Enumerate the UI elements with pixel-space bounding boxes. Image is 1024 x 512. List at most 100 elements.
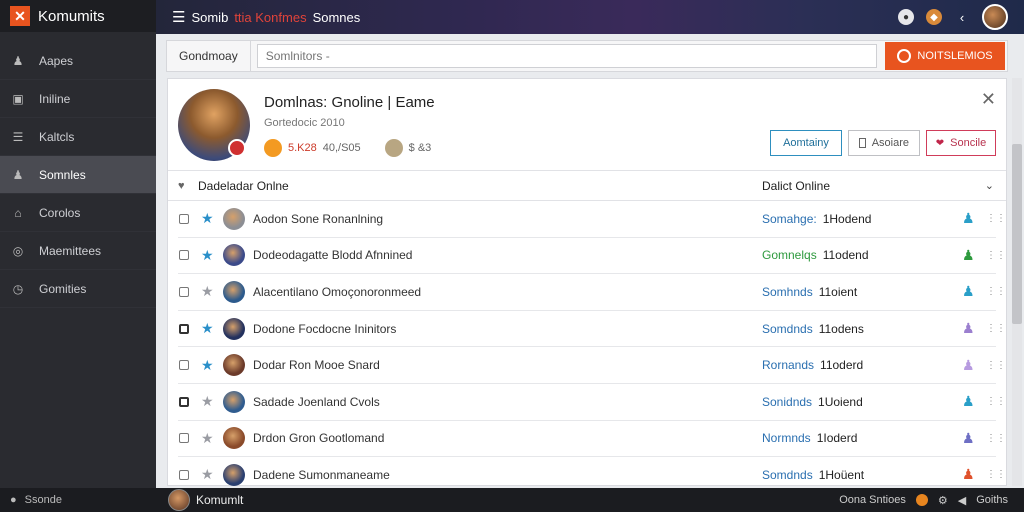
sidebar-nav: ♟ Aapes ▣ Iniline ☰ Kaltcls ♟ Somnles ⌂ Corolos ◎ M…	[0, 42, 156, 308]
person-icon: ♟	[962, 210, 975, 227]
target-icon: ◎	[12, 243, 24, 258]
profile-header: Domlnas: Gnoline | Eame Gortedocic 2010 …	[168, 79, 1006, 171]
sidebar-item-6[interactable]: ◷ Gomities	[0, 270, 156, 308]
list-item[interactable]: ★ Sadade Joenland Cvols Sonidnds 1Uoiend ♟ ⋮⋮	[178, 384, 1006, 421]
row-name[interactable]: Dadene Sumonmaneame	[253, 468, 390, 482]
volume-icon[interactable]: ◀	[958, 494, 966, 507]
person-icon: ♟	[962, 283, 975, 300]
search-button[interactable]: NOITSLEMIOS	[885, 42, 1005, 70]
list-item[interactable]: ★ Alacentilano Omoçonoronmeed Somhnds 11oie…	[178, 274, 1006, 311]
top-title: Somib ttia Konfmes Somnes	[191, 10, 360, 25]
row-count: 11oient	[818, 284, 858, 299]
sidebar-item-label: Gomities	[39, 281, 87, 296]
brand[interactable]: ✕ Komumits	[0, 0, 156, 32]
primary-action-label: Aomtainy	[783, 137, 829, 149]
profile-stats: 5.K28 40,/S05 $ &3	[264, 139, 431, 157]
star-icon[interactable]: ★	[201, 247, 215, 264]
home-icon: ⌂	[14, 205, 22, 220]
row-avatar	[223, 280, 245, 303]
sidebar-item-2[interactable]: ☰ Kaltcls	[0, 118, 156, 156]
user-avatar[interactable]	[982, 4, 1008, 30]
sidebar-item-0[interactable]: ♟ Aapes	[0, 42, 156, 80]
sidebar-item-label: Corolos	[39, 205, 81, 220]
sidebar-item-label: Aapes	[39, 53, 74, 68]
danger-action-label: Soncile	[950, 137, 987, 149]
row-checkbox[interactable]	[179, 469, 189, 480]
sidebar-item-5[interactable]: ◎ Maemittees	[0, 232, 156, 270]
danger-action-button[interactable]: ❤ Soncile	[926, 130, 996, 156]
row-checkbox[interactable]	[179, 396, 189, 407]
document-icon	[859, 138, 866, 148]
star-icon[interactable]: ★	[201, 393, 215, 410]
coin-icon	[264, 139, 282, 157]
row-checkbox[interactable]	[179, 360, 189, 371]
list-item[interactable]: ★ Drdon Gron Gootlomand Normnds 1Ioderd ♟ ⋮⋮	[178, 421, 1006, 458]
top-right-tools: ● ◆ ‹	[898, 4, 1008, 30]
list-item[interactable]: ★ Dodar Ron Mooe Snard Rornands 11oderd ♟ ⋮⋮	[178, 347, 1006, 384]
sidebar-item-label: Iniline	[39, 91, 71, 106]
record-badge-icon	[228, 139, 246, 157]
star-icon[interactable]: ★	[201, 283, 215, 300]
close-icon[interactable]: ✕	[981, 89, 996, 110]
game-icon[interactable]: ◆	[926, 9, 942, 25]
star-icon[interactable]: ★	[201, 466, 215, 483]
list-item[interactable]: ★ Aodon Sone Ronanlning Somahge: 1Hodend ♟ ⋮⋮	[178, 201, 1006, 238]
row-checkbox[interactable]	[179, 433, 189, 444]
row-name[interactable]: Sadade Joenland Cvols	[253, 395, 380, 409]
bottom-user[interactable]: Komumlt	[168, 489, 243, 511]
bottom-user-name: Komumlt	[196, 493, 244, 507]
profile-name: Domlnas: Gnoline | Eame	[264, 94, 435, 111]
sidebar-item-label: Kaltcls	[39, 129, 75, 144]
row-status-label: Rornands	[762, 358, 815, 373]
secondary-action-button[interactable]: Asoiare	[848, 130, 920, 156]
bottom-bar: ● Ssonde Komumlt Oona Sntioes ⚙ ◀ Goiths	[0, 488, 1024, 512]
person-icon: ♟	[962, 356, 975, 373]
settings-icon[interactable]: ⚙	[938, 494, 948, 507]
person-icon: ♟	[962, 393, 975, 410]
row-checkbox[interactable]	[179, 213, 189, 224]
row-checkbox[interactable]	[179, 323, 189, 334]
drag-handle-icon[interactable]: ⋮⋮	[986, 286, 1006, 297]
row-count: 11odens	[818, 321, 864, 336]
row-status: Rornands 11oderd	[762, 358, 863, 372]
star-icon[interactable]: ★	[201, 320, 215, 337]
sidebar-item-4[interactable]: ⌂ Corolos	[0, 194, 156, 232]
chevron-down-icon[interactable]: ⌄	[985, 179, 994, 192]
row-name[interactable]: Alacentilano Omoçonoronmeed	[253, 285, 421, 299]
row-name[interactable]: Aodon Sone Ronanlning	[253, 212, 383, 226]
drag-handle-icon[interactable]: ⋮⋮	[986, 396, 1006, 407]
drag-handle-icon[interactable]: ⋮⋮	[986, 323, 1006, 334]
primary-action-button[interactable]: Aomtainy	[770, 130, 842, 156]
drag-handle-icon[interactable]: ⋮⋮	[986, 250, 1006, 261]
row-name[interactable]: Dodar Ron Mooe Snard	[253, 358, 380, 372]
row-checkbox[interactable]	[179, 250, 189, 261]
star-icon[interactable]: ★	[201, 430, 215, 447]
sidebar-item-1[interactable]: ▣ Iniline	[0, 80, 156, 118]
row-status: Normnds 1Ioderd	[762, 431, 857, 445]
row-name[interactable]: Drdon Gron Gootlomand	[253, 431, 384, 445]
row-avatar	[223, 427, 245, 450]
row-name[interactable]: Dodone Focdocne Ininitors	[253, 322, 396, 336]
member-list: ★ Aodon Sone Ronanlning Somahge: 1Hodend ♟ ⋮⋮…	[168, 201, 1006, 494]
flame-icon[interactable]	[915, 494, 928, 506]
list-item[interactable]: ★ Dodeodagatte Blodd Afnnined Gomnelqs 11od…	[178, 238, 1006, 275]
row-name[interactable]: Dodeodagatte Blodd Afnnined	[253, 248, 412, 262]
hamburger-menu-icon[interactable]: ☰	[172, 8, 185, 26]
drag-handle-icon[interactable]: ⋮⋮	[986, 213, 1006, 224]
back-icon[interactable]: ‹	[954, 9, 970, 25]
row-avatar	[223, 354, 245, 377]
sidebar-item-3[interactable]: ♟ Somnles	[0, 156, 156, 194]
drag-handle-icon[interactable]: ⋮⋮	[986, 469, 1006, 480]
search-input[interactable]	[256, 44, 877, 68]
search-button-label: NOITSLEMIOS	[917, 50, 993, 62]
secondary-action-label: Asoiare	[871, 137, 909, 149]
star-icon[interactable]: ★	[201, 210, 215, 227]
notification-icon[interactable]: ●	[898, 9, 914, 25]
drag-handle-icon[interactable]: ⋮⋮	[986, 360, 1006, 371]
star-icon[interactable]: ★	[201, 357, 215, 374]
row-checkbox[interactable]	[179, 286, 189, 297]
scrollbar-thumb[interactable]	[1012, 144, 1022, 324]
drag-handle-icon[interactable]: ⋮⋮	[986, 433, 1006, 444]
list-item[interactable]: ★ Dodone Focdocne Ininitors Somdnds 11odens…	[178, 311, 1006, 348]
list-header: ♥ Dadeladar Onlne Dalict Online ⌄	[168, 171, 1006, 201]
